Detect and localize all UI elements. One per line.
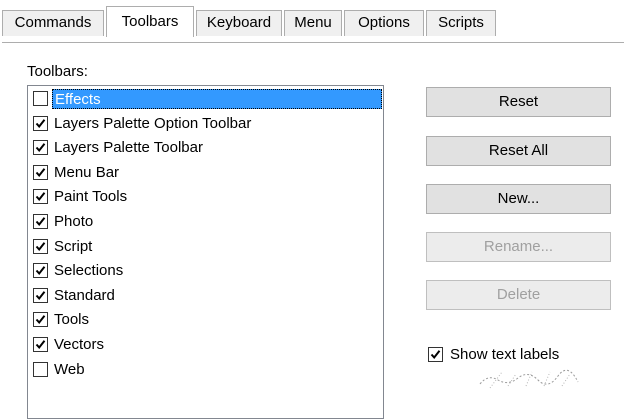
tab-strip: Commands Toolbars Keyboard Menu Options … bbox=[2, 6, 624, 43]
toolbar-list-item[interactable]: Tools bbox=[30, 308, 380, 332]
scribble-artifact-icon bbox=[479, 369, 579, 389]
toolbar-item-label: Layers Palette Option Toolbar bbox=[54, 114, 252, 132]
checkbox-icon[interactable] bbox=[33, 140, 48, 156]
toolbar-list-item[interactable]: Standard bbox=[30, 284, 380, 308]
toolbars-list-label: Toolbars: bbox=[27, 63, 88, 80]
checkbox-icon[interactable] bbox=[33, 164, 48, 180]
toolbar-item-label: Script bbox=[54, 237, 93, 255]
toolbar-item-label: Vectors bbox=[54, 336, 105, 353]
tab-keyboard[interactable]: Keyboard bbox=[196, 10, 282, 36]
toolbar-list-item[interactable]: Menu Bar bbox=[30, 161, 380, 185]
checkbox-icon[interactable] bbox=[33, 312, 48, 328]
checkbox-icon[interactable] bbox=[33, 361, 48, 377]
toolbars-listbox[interactable]: Effects Layers Palette Option Toolbar Laye… bbox=[27, 85, 384, 419]
toolbar-list-item[interactable]: Web bbox=[30, 358, 380, 382]
toolbar-item-label: Layers Palette Toolbar bbox=[54, 139, 203, 157]
toolbar-list-item[interactable]: Paint Tools bbox=[30, 185, 380, 209]
checkbox-icon[interactable] bbox=[33, 189, 48, 205]
checkbox-icon[interactable] bbox=[33, 263, 48, 279]
toolbar-item-label: Menu Bar bbox=[54, 163, 120, 181]
toolbar-list-item[interactable]: Layers Palette Option Toolbar bbox=[30, 112, 380, 136]
tab-divider bbox=[2, 42, 624, 43]
toolbar-item-label: Tools bbox=[54, 311, 90, 329]
delete-button[interactable]: Delete bbox=[426, 280, 611, 310]
tab-toolbars[interactable]: Toolbars bbox=[106, 6, 194, 37]
checkbox-icon[interactable] bbox=[33, 91, 48, 106]
toolbar-list-item[interactable]: Layers Palette Toolbar bbox=[30, 136, 380, 160]
checkbox-icon[interactable] bbox=[33, 214, 48, 229]
toolbar-item-label: Web bbox=[54, 360, 85, 378]
toolbar-item-label: Effects bbox=[52, 89, 382, 109]
rename-button[interactable]: Rename... bbox=[426, 232, 611, 262]
toolbar-item-label: Paint Tools bbox=[54, 188, 128, 206]
toolbar-item-label: Standard bbox=[54, 286, 115, 304]
toolbar-list-item[interactable]: Script bbox=[30, 235, 380, 259]
toolbar-item-label: Selections bbox=[54, 262, 124, 280]
tab-commands[interactable]: Commands bbox=[2, 10, 104, 36]
tab-options[interactable]: Options bbox=[344, 10, 424, 36]
toolbar-item-label: Photo bbox=[54, 213, 94, 230]
checkbox-icon[interactable] bbox=[33, 287, 48, 303]
checkbox-icon[interactable] bbox=[33, 337, 48, 352]
checkbox-icon[interactable] bbox=[33, 238, 48, 254]
checkbox-icon[interactable] bbox=[428, 347, 443, 362]
reset-button[interactable]: Reset bbox=[426, 87, 611, 117]
tab-scripts[interactable]: Scripts bbox=[426, 10, 496, 36]
new-button[interactable]: New... bbox=[426, 184, 611, 214]
toolbar-list-item[interactable]: Effects bbox=[30, 87, 382, 111]
toolbar-list-item[interactable]: Vectors bbox=[30, 333, 380, 357]
tab-menu[interactable]: Menu bbox=[284, 10, 342, 36]
checkbox-icon[interactable] bbox=[33, 115, 48, 131]
reset-all-button[interactable]: Reset All bbox=[426, 136, 611, 166]
toolbar-list-item[interactable]: Photo bbox=[30, 210, 380, 234]
toolbar-list-item[interactable]: Selections bbox=[30, 259, 380, 283]
